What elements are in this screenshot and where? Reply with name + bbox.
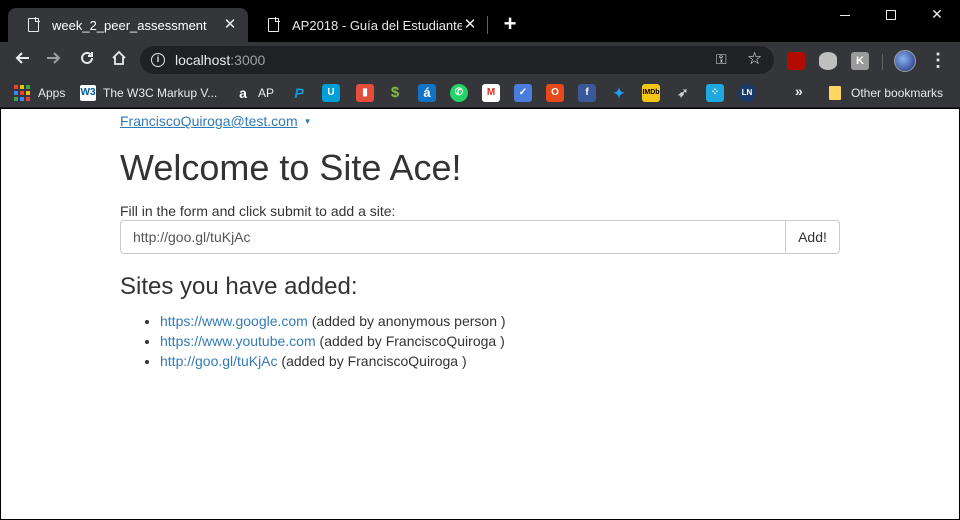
- back-button[interactable]: [8, 46, 36, 74]
- site-list: https://www.google.com (added by anonymo…: [160, 311, 506, 371]
- toolbar-divider: [882, 54, 883, 70]
- folder-icon: [829, 86, 841, 100]
- address-bar[interactable]: i localhost:3000 ⚿ ☆: [140, 46, 774, 74]
- page-content: FranciscoQuiroga@test.com ▼ Welcome to Si…: [1, 109, 959, 519]
- list-item: https://www.youtube.com (added by Franci…: [160, 331, 506, 351]
- browser-window: week_2_peer_assessment ✕ AP2018 - Guía d…: [0, 0, 960, 520]
- imdb-icon[interactable]: IMDb: [642, 84, 660, 102]
- close-window-button[interactable]: ✕: [914, 0, 960, 30]
- w3c-icon: W3: [80, 85, 96, 101]
- gmail-icon[interactable]: M: [482, 84, 500, 102]
- reload-button[interactable]: [73, 46, 101, 74]
- new-tab-button[interactable]: +: [500, 13, 520, 35]
- tab-divider: [487, 16, 488, 34]
- home-icon: [112, 50, 126, 65]
- url-text[interactable]: localhost:3000: [175, 52, 265, 68]
- added-by-text: (added by FranciscoQuiroga ): [319, 333, 505, 349]
- bookmark-label: The W3C Markup V...: [103, 86, 218, 100]
- list-item: https://www.google.com (added by anonymo…: [160, 311, 506, 331]
- maximize-button[interactable]: [868, 0, 914, 30]
- user-email: FranciscoQuiroga@test.com: [120, 113, 298, 129]
- sites-heading: Sites you have added:: [120, 273, 358, 300]
- info-icon[interactable]: i: [151, 53, 165, 67]
- paypal-icon[interactable]: P: [290, 84, 308, 102]
- menu-icon[interactable]: ⋮: [928, 50, 948, 70]
- u-icon[interactable]: U: [322, 84, 340, 102]
- bookmarks-overflow-button[interactable]: »: [795, 83, 803, 99]
- bookmark-star-icon[interactable]: ☆: [747, 49, 762, 69]
- dollar-icon[interactable]: $: [386, 84, 404, 102]
- close-tab-icon[interactable]: ✕: [462, 17, 478, 33]
- twitter-icon[interactable]: ✦: [610, 84, 628, 102]
- tab-ap2018[interactable]: AP2018 - Guía del Estudiante ✕: [248, 8, 488, 42]
- reload-icon: [81, 51, 93, 64]
- trello-icon[interactable]: ▮: [356, 84, 374, 102]
- tasks-icon[interactable]: ✓: [514, 84, 532, 102]
- site-url-input[interactable]: [120, 220, 786, 254]
- bookmark-apps[interactable]: Apps: [14, 83, 65, 103]
- list-item: http://goo.gl/tuKjAc (added by Francisco…: [160, 351, 506, 371]
- tab-title: week_2_peer_assessment: [52, 17, 207, 33]
- other-bookmarks-folder[interactable]: Other bookmarks: [829, 83, 943, 103]
- bookmark-ap[interactable]: a AP: [235, 83, 274, 103]
- key-icon[interactable]: ⚿: [716, 51, 727, 68]
- profile-avatar[interactable]: [894, 50, 916, 72]
- amazon-icon: a: [235, 85, 251, 101]
- site-link[interactable]: https://www.google.com: [160, 313, 308, 329]
- bookmark-label: Apps: [38, 86, 66, 100]
- url-port: :3000: [230, 52, 266, 68]
- a-icon[interactable]: á: [418, 84, 436, 102]
- arrow-right-icon: [47, 52, 61, 64]
- office-icon[interactable]: O: [546, 84, 564, 102]
- bookmark-label: AP: [258, 86, 275, 100]
- form-instructions: Fill in the form and click submit to add…: [120, 203, 396, 219]
- minimize-icon: [840, 14, 850, 16]
- home-button[interactable]: [105, 46, 133, 74]
- bookmark-w3c[interactable]: W3 The W3C Markup V...: [80, 83, 217, 103]
- document-icon: [268, 17, 280, 32]
- minimize-button[interactable]: [822, 0, 868, 30]
- apps-grid-icon: [14, 85, 30, 101]
- document-icon: [28, 17, 40, 32]
- bookmark-label: Other bookmarks: [851, 86, 944, 100]
- maximize-icon: [886, 10, 896, 21]
- bird-icon[interactable]: ➶: [674, 84, 692, 102]
- whatsapp-icon[interactable]: ✆: [450, 84, 468, 102]
- add-site-button[interactable]: Add!: [785, 220, 840, 254]
- tab-title: AP2018 - Guía del Estudiante: [292, 17, 462, 33]
- arrow-left-icon: [15, 52, 29, 64]
- dots-icon[interactable]: ⁘: [706, 84, 724, 102]
- close-tab-icon[interactable]: ✕: [222, 17, 238, 33]
- caret-down-icon: ▼: [303, 117, 312, 126]
- bookmarks-bar: Apps W3 The W3C Markup V... a AP P U ▮ $…: [0, 78, 960, 108]
- pdf-extension-icon[interactable]: [787, 52, 805, 70]
- database-extension-icon[interactable]: [819, 52, 837, 70]
- added-by-text: (added by anonymous person ): [311, 313, 506, 329]
- tab-strip: week_2_peer_assessment ✕ AP2018 - Guía d…: [0, 0, 960, 42]
- added-by-text: (added by FranciscoQuiroga ): [281, 353, 467, 369]
- site-link[interactable]: http://goo.gl/tuKjAc: [160, 353, 278, 369]
- page-title: Welcome to Site Ace!: [120, 147, 462, 188]
- user-account-dropdown[interactable]: FranciscoQuiroga@test.com ▼: [120, 113, 312, 129]
- toolbar: i localhost:3000 ⚿ ☆ K ⋮: [0, 42, 960, 78]
- facebook-icon[interactable]: f: [578, 84, 596, 102]
- url-host: localhost: [175, 52, 231, 68]
- k-extension-icon[interactable]: K: [851, 52, 869, 70]
- ln-icon[interactable]: LN: [738, 84, 756, 102]
- forward-button[interactable]: [40, 46, 68, 74]
- tab-week-2-peer-assessment[interactable]: week_2_peer_assessment ✕: [8, 8, 248, 42]
- site-link[interactable]: https://www.youtube.com: [160, 333, 316, 349]
